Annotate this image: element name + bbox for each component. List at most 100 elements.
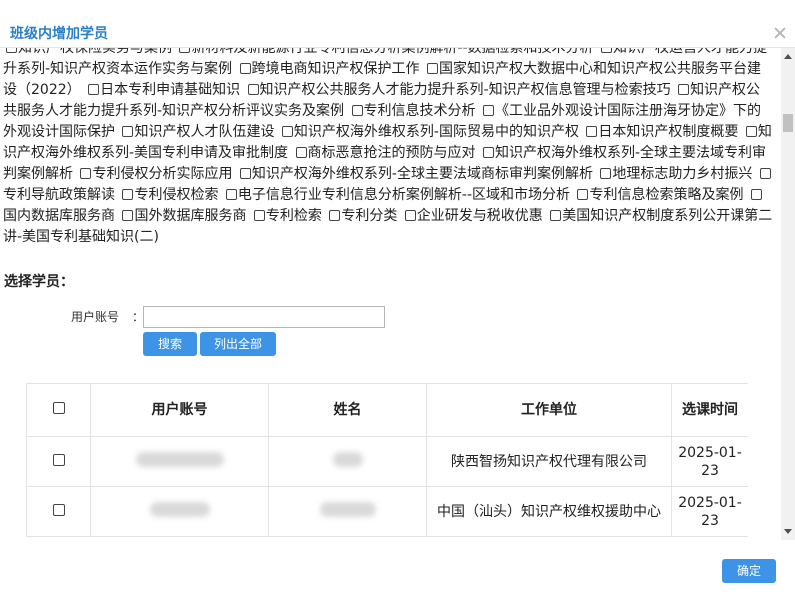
course-checkbox[interactable] — [601, 48, 613, 53]
course-checkbox[interactable] — [482, 147, 494, 158]
course-checkbox[interactable] — [750, 189, 762, 200]
redacted-account — [149, 501, 210, 517]
course-label: 日本专利申请基础知识 — [100, 82, 241, 98]
course-checkbox[interactable] — [179, 48, 191, 53]
course-label: 专利侵权检索 — [134, 187, 219, 203]
course-option[interactable]: 专利侵权检索 — [119, 187, 218, 203]
course-checkbox[interactable] — [80, 168, 92, 179]
course-option[interactable]: 知识产权海外维权系列-国际贸易中的知识产权 — [279, 124, 579, 140]
course-option[interactable]: 新材料及新能源行业专利信息分析案例解析--数据检索和技术分析 — [176, 48, 594, 56]
course-label: 专利侵权分析实际应用 — [92, 166, 233, 182]
course-label: 知识产权保险实务与案例 — [18, 48, 172, 56]
course-option[interactable]: 专利侵权分析实际应用 — [77, 166, 232, 182]
course-checkbox[interactable] — [88, 84, 100, 95]
course-checkbox[interactable] — [329, 210, 341, 221]
course-checkbox[interactable] — [482, 105, 494, 116]
course-label: 专利信息技术分析 — [363, 103, 476, 119]
table-header-row: 用户账号 姓名 工作单位 选课时间 — [26, 383, 748, 437]
course-checkbox[interactable] — [404, 210, 416, 221]
redacted-account — [135, 451, 224, 467]
course-label: 企业研发与税收优惠 — [416, 208, 543, 224]
row-checkbox-cell — [26, 436, 91, 487]
course-checkbox[interactable] — [759, 168, 771, 179]
course-option[interactable]: 知识产权人才队伍建设 — [119, 124, 274, 140]
row-checkbox[interactable] — [52, 503, 65, 516]
course-option[interactable]: 国外数据库服务商 — [119, 208, 246, 224]
redacted-name — [332, 451, 363, 467]
row-time: 2025-01-23 — [671, 486, 748, 537]
course-label: 国外数据库服务商 — [134, 208, 247, 224]
course-checkbox[interactable] — [426, 63, 438, 74]
scroll-down-arrow-icon[interactable] — [784, 529, 792, 534]
row-checkbox-cell — [26, 486, 91, 537]
course-checkbox[interactable] — [295, 147, 307, 158]
course-checkbox[interactable] — [678, 84, 690, 95]
course-option[interactable]: 地理标志助力乡村振兴 — [597, 166, 752, 182]
course-label: 商标恶意抢注的预防与应对 — [307, 145, 476, 161]
course-label: 专利检索 — [265, 208, 322, 224]
row-name — [268, 486, 427, 537]
scroll-up-arrow-icon[interactable] — [784, 54, 792, 59]
course-checkbox[interactable] — [586, 126, 598, 137]
dialog-body: 知识产权保险实务与案例 新材料及新能源行业专利信息分析案例解析--数据检索和技术… — [0, 48, 795, 540]
select-students-title: 选择学员： — [4, 274, 74, 290]
course-checkbox[interactable] — [239, 63, 251, 74]
course-checkbox[interactable] — [745, 126, 757, 137]
course-label: 电子信息行业专利信息分析案例解析--区域和市场分析 — [237, 187, 571, 203]
course-option[interactable]: 商标恶意抢注的预防与应对 — [293, 145, 476, 161]
course-option[interactable]: 知识产权保险实务与案例 — [3, 48, 172, 56]
course-option[interactable]: 电子信息行业专利信息分析案例解析--区域和市场分析 — [223, 187, 570, 203]
course-checkbox[interactable] — [122, 126, 134, 137]
select-all-checkbox[interactable] — [52, 402, 65, 414]
course-option[interactable]: 跨境电商知识产权保护工作 — [237, 61, 420, 77]
course-option[interactable]: 企业研发与税收优惠 — [402, 208, 543, 224]
course-checkbox[interactable] — [122, 210, 134, 221]
course-label: 知识产权人才队伍建设 — [134, 124, 275, 140]
select-all-cell — [26, 383, 91, 437]
course-option[interactable]: 日本知识产权制度概要 — [583, 124, 738, 140]
account-input[interactable] — [143, 306, 385, 328]
course-label: 日本知识产权制度概要 — [598, 124, 739, 140]
course-label: 专利信息检索策略及案例 — [589, 187, 744, 203]
scrollbar-thumb[interactable] — [783, 114, 793, 132]
row-checkbox[interactable] — [52, 453, 65, 466]
row-unit: 陕西智扬知识产权代理有限公司 — [426, 436, 672, 487]
course-checkbox[interactable] — [351, 105, 363, 116]
course-option[interactable]: 知识产权海外维权系列-全球主要法域商标审判案例解析 — [237, 166, 593, 182]
course-checkbox[interactable] — [225, 189, 237, 200]
course-checkbox[interactable] — [253, 210, 265, 221]
course-label: 国内数据库服务商 — [3, 208, 115, 224]
list-all-button[interactable]: 列出全部 — [200, 332, 276, 356]
row-name — [268, 436, 427, 487]
course-checkbox[interactable] — [600, 168, 612, 179]
course-label: 知识产权公共服务人才能力提升系列-知识产权信息管理与检索技巧 — [259, 82, 671, 98]
course-option[interactable]: 专利信息技术分析 — [349, 103, 476, 119]
course-checkbox[interactable] — [239, 168, 251, 179]
course-option[interactable]: 专利检索 — [251, 208, 322, 224]
table-row[interactable]: 中国（汕头）知识产权维权援助中心 2025-01-23 — [26, 486, 748, 537]
account-label: 用户账号 — [71, 310, 120, 324]
row-unit: 中国（汕头）知识产权维权援助中心 — [426, 486, 672, 537]
course-checkbox[interactable] — [122, 189, 134, 200]
vertical-scrollbar[interactable] — [781, 48, 795, 540]
row-account — [90, 486, 269, 537]
course-option[interactable]: 知识产权公共服务人才能力提升系列-知识产权信息管理与检索技巧 — [245, 82, 671, 98]
search-button[interactable]: 搜索 — [143, 332, 197, 356]
close-icon[interactable] — [773, 26, 787, 40]
row-account — [90, 436, 269, 487]
course-checkbox[interactable] — [550, 210, 562, 221]
course-option[interactable]: 专利分类 — [326, 208, 397, 224]
dialog-header: 班级内增加学员 — [0, 0, 795, 48]
course-label: 知识产权海外维权系列-国际贸易中的知识产权 — [293, 124, 579, 140]
confirm-button[interactable]: 确定 — [722, 559, 776, 583]
redacted-name — [319, 501, 376, 517]
course-checkbox[interactable] — [6, 48, 17, 53]
course-option[interactable]: 专利信息检索策略及案例 — [574, 187, 743, 203]
course-list: 知识产权保险实务与案例 新材料及新能源行业专利信息分析案例解析--数据检索和技术… — [3, 48, 773, 272]
table-row[interactable]: 陕西智扬知识产权代理有限公司 2025-01-23 — [26, 436, 748, 487]
course-checkbox[interactable] — [247, 84, 259, 95]
course-option[interactable]: 日本专利申请基础知识 — [85, 82, 240, 98]
row-time: 2025-01-23 — [671, 436, 748, 487]
course-checkbox[interactable] — [577, 189, 589, 200]
course-checkbox[interactable] — [281, 126, 293, 137]
